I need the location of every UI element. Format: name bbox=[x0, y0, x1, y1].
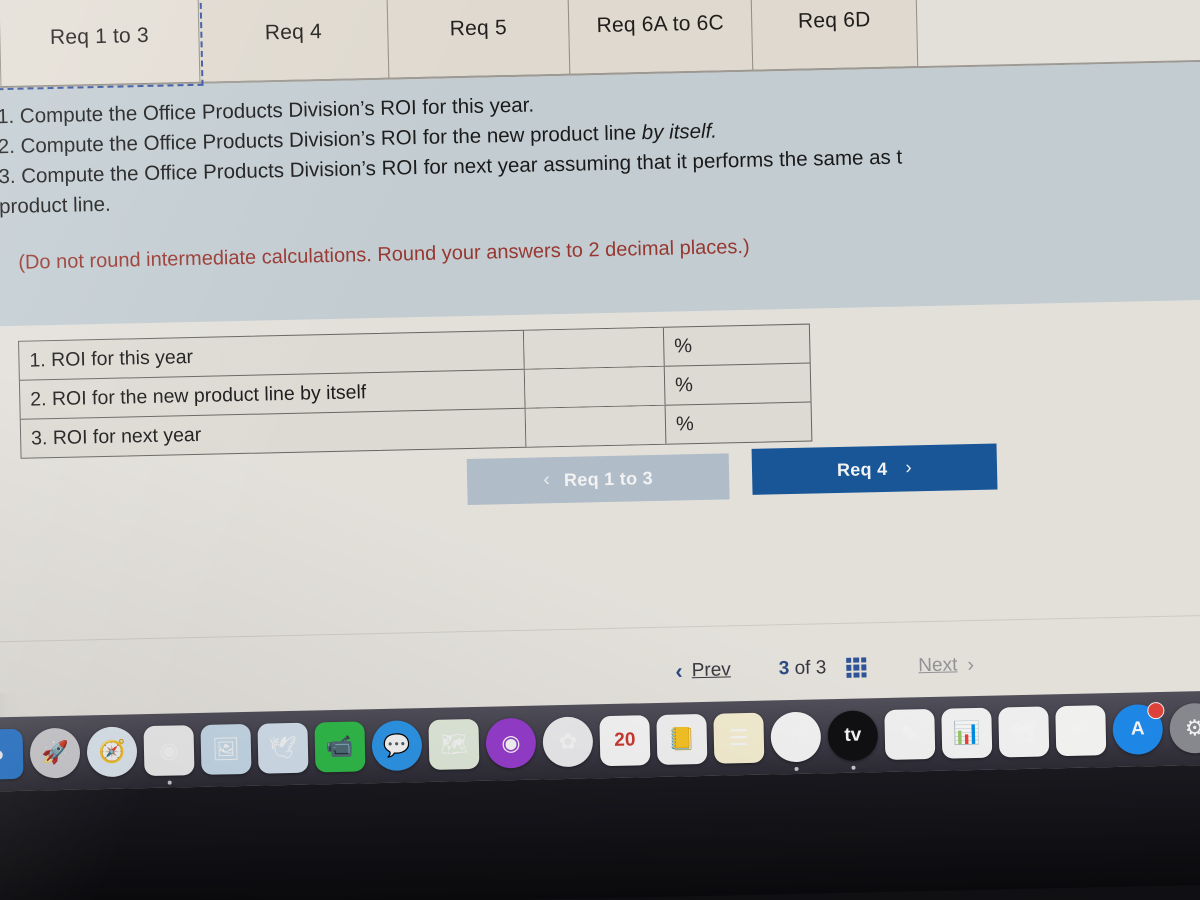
dock-icon-glyph: 📽 bbox=[1009, 718, 1039, 745]
tab-label: Req 6D bbox=[797, 8, 871, 33]
dock-icon-glyph: 🧭 bbox=[98, 738, 126, 765]
tab-req-6a-to-6c[interactable]: Req 6A to 6C bbox=[567, 0, 754, 75]
messages-icon[interactable]: 💬 bbox=[371, 720, 423, 772]
pagination-next-button[interactable]: Next › bbox=[918, 654, 974, 678]
answer-table: 1. ROI for this year % 2. ROI for the ne… bbox=[18, 323, 813, 459]
tab-label: Req 6A to 6C bbox=[596, 11, 725, 38]
dock-icon-glyph: 📒 bbox=[667, 726, 696, 752]
music-icon[interactable]: ♫ bbox=[770, 711, 822, 771]
launchpad-icon[interactable]: 🚀 bbox=[29, 727, 81, 779]
dock-icon-glyph: 📊 bbox=[952, 719, 981, 746]
pagination-current: 3 bbox=[778, 658, 790, 680]
quiz-page: Req 1 to 3 Req 4 Req 5 Req 6A to 6C Req … bbox=[0, 0, 1200, 694]
pagination-prev-button[interactable]: ‹ Prev bbox=[675, 657, 731, 684]
unit-label: % bbox=[674, 373, 694, 396]
pagination-prev-label: Prev bbox=[691, 659, 731, 682]
photos-app-icon[interactable]: 🕊 bbox=[257, 722, 309, 774]
answer-input-roi-new-product-line[interactable] bbox=[524, 366, 666, 408]
tab-req-6d[interactable]: Req 6D bbox=[750, 0, 919, 71]
keynote-icon[interactable]: 📽 bbox=[998, 706, 1050, 758]
unit-label: % bbox=[674, 334, 693, 358]
screen-photo: Req 1 to 3 Req 4 Req 5 Req 6A to 6C Req … bbox=[0, 0, 1200, 900]
prev-requirement-button[interactable]: ‹ Req 1 to 3 bbox=[466, 453, 730, 506]
chrome-icon[interactable]: ◉ bbox=[143, 725, 195, 785]
chevron-right-icon: › bbox=[967, 653, 975, 676]
calendar-icon[interactable]: 20 bbox=[599, 715, 651, 767]
dock-icon-glyph: ✎ bbox=[900, 721, 920, 747]
question-grid-icon[interactable] bbox=[846, 657, 867, 678]
instruction-line-3-emphasis: it performs the same as t bbox=[676, 145, 903, 174]
tab-label: Req 5 bbox=[449, 16, 508, 41]
numbers-icon[interactable]: 📊 bbox=[941, 707, 993, 759]
running-indicator-dot bbox=[794, 766, 799, 771]
chevron-left-icon: ‹ bbox=[543, 469, 551, 491]
chevron-left-icon: ‹ bbox=[675, 658, 683, 684]
tab-label: Req 1 to 3 bbox=[49, 23, 150, 50]
dock-icon-glyph: ☰ bbox=[728, 724, 749, 751]
app-store-icon[interactable]: A bbox=[1112, 701, 1165, 756]
tab-req-5[interactable]: Req 5 bbox=[386, 0, 571, 79]
rounding-note: (Do not round intermediate calculations.… bbox=[18, 235, 750, 274]
photos-icon[interactable]: ✿ bbox=[542, 716, 594, 768]
pagination-next-label: Next bbox=[918, 654, 958, 677]
tab-label: Req 4 bbox=[264, 20, 323, 45]
dock-icon-glyph: 🖼 bbox=[211, 736, 241, 762]
content-divider bbox=[0, 613, 1200, 643]
answer-input-roi-this-year[interactable] bbox=[523, 327, 665, 369]
tab-req-1-to-3[interactable]: Req 1 to 3 bbox=[0, 0, 201, 88]
instruction-line-2-emphasis: by itself. bbox=[641, 119, 718, 145]
podcasts-icon[interactable]: ◉ bbox=[485, 717, 537, 769]
dock-icon-glyph: ◑ bbox=[0, 741, 5, 767]
finder-icon[interactable]: ◑ bbox=[0, 728, 24, 780]
pages-icon[interactable]: ✎ bbox=[884, 708, 936, 761]
dock-icon-glyph: 🗺 bbox=[439, 731, 469, 757]
notification-badge bbox=[1147, 701, 1165, 720]
pagination-of: of bbox=[794, 657, 811, 679]
next-requirement-button[interactable]: Req 4 › bbox=[751, 443, 998, 495]
dock-icon-glyph: ◉ bbox=[159, 737, 179, 763]
sketch-icon[interactable]: ✏ bbox=[1055, 705, 1107, 757]
unit-label: % bbox=[675, 412, 695, 435]
appletv-icon[interactable]: tv bbox=[827, 710, 879, 770]
notes-icon[interactable]: ☰ bbox=[713, 712, 765, 764]
dock-icon-glyph: ⚙ bbox=[1184, 715, 1200, 741]
chevron-right-icon: › bbox=[905, 457, 913, 479]
contacts-icon[interactable]: 📒 bbox=[656, 713, 708, 765]
dock-icon-glyph: 💬 bbox=[382, 732, 411, 758]
dock-icon-glyph: ✿ bbox=[558, 728, 578, 755]
dock-icon-glyph: tv bbox=[844, 724, 862, 746]
dock-icon-glyph: A bbox=[1130, 718, 1145, 740]
maps-icon[interactable]: 🗺 bbox=[428, 718, 480, 770]
running-indicator-dot bbox=[851, 765, 856, 770]
tab-req-4[interactable]: Req 4 bbox=[197, 0, 390, 83]
system-prefs-icon[interactable]: ⚙ bbox=[1169, 702, 1200, 754]
answer-input-roi-next-year[interactable] bbox=[525, 405, 667, 447]
laptop-screen: Req 1 to 3 Req 4 Req 5 Req 6A to 6C Req … bbox=[0, 0, 1200, 900]
dock-icon-glyph: ◉ bbox=[501, 729, 521, 756]
question-pagination: ‹ Prev 3 of 3 Next › bbox=[675, 638, 1146, 694]
dock-icon-glyph: 🚀 bbox=[41, 739, 69, 766]
instructions-panel: 1. Compute the Office Products Division’… bbox=[0, 60, 1200, 327]
running-indicator-dot bbox=[167, 780, 172, 785]
prev-requirement-label: Req 1 to 3 bbox=[563, 467, 654, 490]
dock-icon-glyph: 🕊 bbox=[268, 734, 298, 761]
requirement-navigation: ‹ Req 1 to 3 Req 4 › bbox=[466, 443, 1028, 506]
dock-icon-glyph: ✏ bbox=[1071, 717, 1091, 743]
dock-icon-glyph: 📹 bbox=[325, 733, 354, 760]
dock-icon-glyph: 20 bbox=[614, 729, 636, 751]
facetime-icon[interactable]: 📹 bbox=[314, 721, 366, 773]
dock-icon-glyph: ♫ bbox=[787, 723, 805, 750]
next-requirement-label: Req 4 bbox=[836, 458, 888, 480]
pagination-counter: 3 of 3 bbox=[779, 657, 827, 680]
preview-icon[interactable]: 🖼 bbox=[200, 723, 252, 775]
pagination-total: 3 bbox=[815, 657, 827, 679]
safari-icon[interactable]: 🧭 bbox=[86, 726, 138, 778]
